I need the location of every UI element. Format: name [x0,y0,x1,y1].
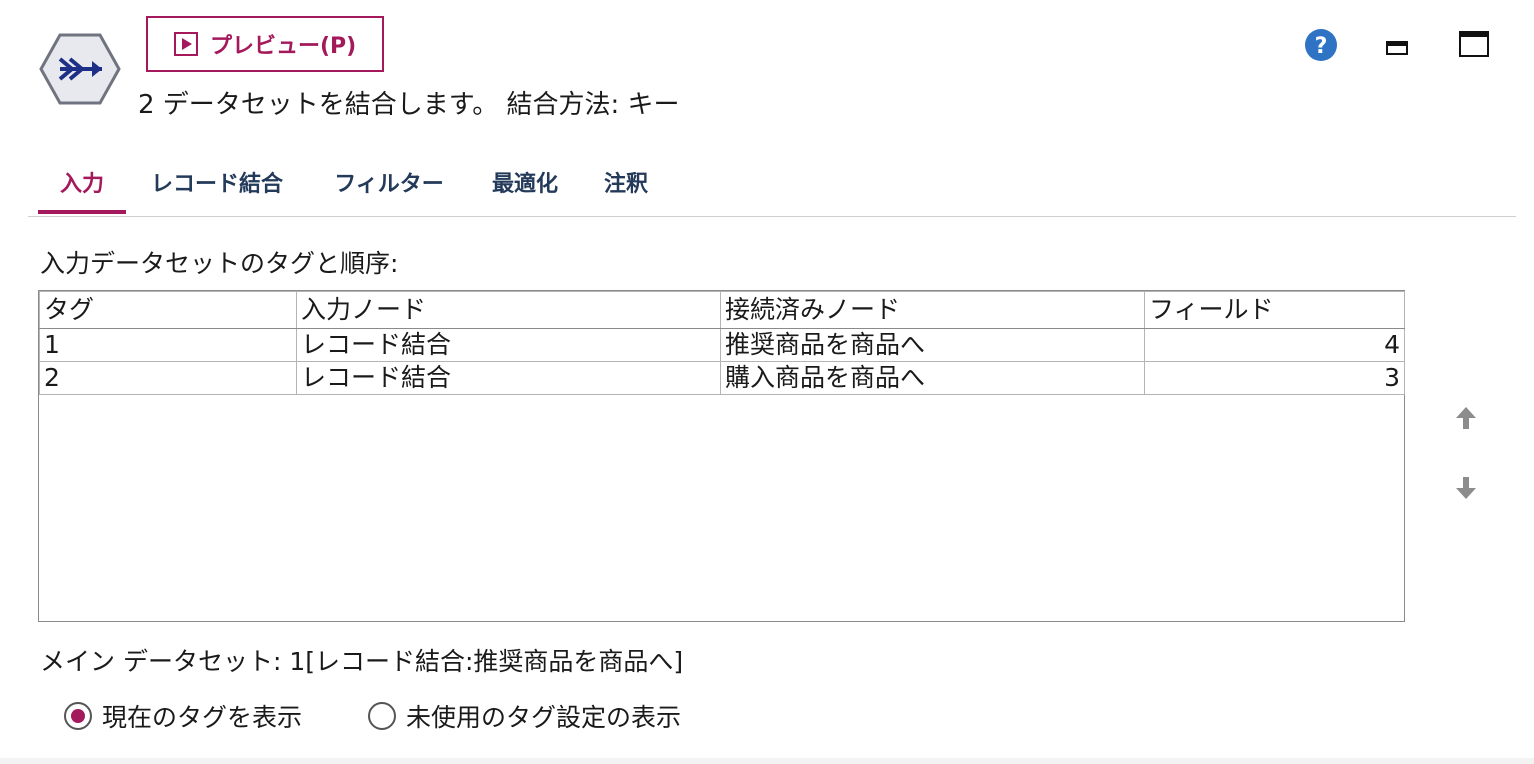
cell-connected-node: 購入商品を商品へ [720,361,1145,395]
cell-fields: 4 [1144,328,1405,362]
input-datasets-label: 入力データセットのタグと順序: [40,249,399,278]
tab-input[interactable]: 入力 [38,150,126,214]
merge-node-icon [39,33,121,105]
preview-button-label: プレビュー(P) [210,34,357,59]
preview-button[interactable]: プレビュー(P) [146,16,384,72]
tab-bar: 入力 レコード結合 フィルター 最適化 注釈 [28,150,1516,217]
radio-unselected-icon[interactable] [368,702,396,730]
maximize-icon[interactable] [1458,30,1490,60]
input-datasets-table: タグ 入力ノード 接続済みノード フィールド 1 レコード結合 推奨商品を商品へ… [38,290,1405,622]
cell-connected-node: 推奨商品を商品へ [720,328,1145,362]
cell-fields: 3 [1144,361,1405,395]
tab-optimize[interactable]: 最適化 [484,150,566,214]
table-header-row: タグ 入力ノード 接続済みノード フィールド [39,291,1405,329]
play-icon [174,32,198,56]
arrow-up-icon[interactable] [1452,404,1480,432]
svg-text:?: ? [1315,34,1328,59]
bottom-bar [0,758,1534,764]
cell-tag: 2 [39,361,297,395]
tab-annotation[interactable]: 注釈 [594,150,658,214]
cell-input-node: レコード結合 [296,328,721,362]
column-header-input-node[interactable]: 入力ノード [296,291,721,329]
show-current-tags-label: 現在のタグを表示 [102,703,303,732]
node-summary-text: 2 データセットを結合します。 結合方法: キー [138,90,680,120]
tab-record-merge[interactable]: レコード結合 [140,150,294,214]
column-header-tag[interactable]: タグ [39,291,297,329]
cell-tag: 1 [39,328,297,362]
help-icon[interactable]: ? [1304,28,1338,62]
minimize-icon[interactable] [1385,36,1411,58]
main-dataset-label: メイン データセット: 1[レコード結合:推奨商品を商品へ] [40,647,684,676]
radio-selected-icon[interactable] [64,702,92,730]
arrow-down-icon[interactable] [1452,474,1480,502]
show-unused-tags-radio[interactable]: 未使用のタグ設定の表示 [368,698,681,734]
column-header-connected-node[interactable]: 接続済みノード [720,291,1145,329]
tab-filter[interactable]: フィルター [324,150,454,214]
column-header-fields[interactable]: フィールド [1144,291,1405,329]
show-current-tags-radio[interactable]: 現在のタグを表示 [64,698,302,734]
show-unused-tags-label: 未使用のタグ設定の表示 [406,703,682,732]
cell-input-node: レコード結合 [296,361,721,395]
table-row[interactable]: 2 レコード結合 購入商品を商品へ 3 [39,361,1405,395]
table-row[interactable]: 1 レコード結合 推奨商品を商品へ 4 [39,328,1405,362]
